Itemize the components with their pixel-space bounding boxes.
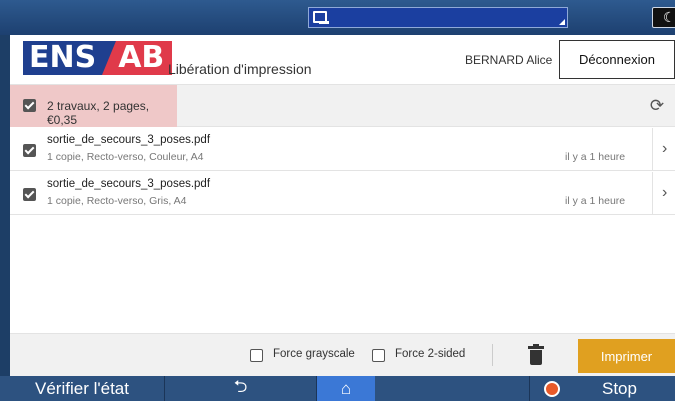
select-all-toggle[interactable]: 2 travaux, 2 pages, €0,35 bbox=[10, 85, 177, 127]
job-time: il y a 1 heure bbox=[565, 151, 626, 163]
force-grayscale-checkbox[interactable] bbox=[250, 349, 263, 362]
bottom-bar-spacer bbox=[375, 376, 530, 401]
logo-text-right: AB bbox=[116, 41, 173, 75]
job-row[interactable]: sortie_de_secours_3_poses.pdf 1 copie, R… bbox=[10, 128, 675, 171]
computer-icon bbox=[313, 11, 329, 24]
job-time: il y a 1 heure bbox=[565, 195, 626, 207]
chevron-right-icon[interactable]: › bbox=[662, 184, 667, 202]
check-status-label: Vérifier l'état bbox=[35, 378, 129, 398]
job-checkbox[interactable] bbox=[23, 188, 36, 201]
force-2sided-checkbox[interactable] bbox=[372, 349, 385, 362]
device-bottom-bar: Vérifier l'état ⮌ ⌂ Stop bbox=[0, 376, 675, 401]
print-button[interactable]: Imprimer bbox=[578, 339, 675, 373]
user-name: BERNARD Alice bbox=[465, 53, 553, 67]
moon-icon: ☾ bbox=[663, 9, 675, 25]
selection-summary-text: 2 travaux, 2 pages, €0,35 bbox=[47, 99, 150, 127]
job-name: sortie_de_secours_3_poses.pdf bbox=[47, 178, 211, 190]
logout-button[interactable]: Déconnexion bbox=[559, 40, 675, 79]
system-top-bar: ☾ bbox=[0, 0, 675, 35]
app-header: ENS AB Libération d'impression BERNARD A… bbox=[10, 35, 675, 85]
job-name: sortie_de_secours_3_poses.pdf bbox=[47, 134, 211, 146]
trash-icon[interactable] bbox=[528, 344, 544, 366]
page-title: Libération d'impression bbox=[168, 61, 312, 77]
job-checkbox[interactable] bbox=[23, 144, 36, 157]
force-2sided-label[interactable]: Force 2-sided bbox=[395, 348, 465, 360]
back-arrow-icon: ⮌ bbox=[233, 377, 248, 396]
select-all-checkbox[interactable] bbox=[23, 99, 36, 112]
selection-summary-row: 2 travaux, 2 pages, €0,35 ⟳ bbox=[10, 85, 675, 127]
chevron-right-icon[interactable]: › bbox=[662, 140, 667, 158]
stop-icon bbox=[544, 380, 560, 397]
footer-divider bbox=[492, 344, 493, 366]
stop-button[interactable]: Stop bbox=[530, 376, 675, 401]
back-button[interactable]: ⮌ bbox=[165, 376, 317, 401]
home-icon: ⌂ bbox=[340, 378, 352, 398]
expand-corner-icon bbox=[559, 19, 565, 25]
stop-label: Stop bbox=[602, 378, 637, 398]
check-status-button[interactable]: Vérifier l'état bbox=[0, 376, 165, 401]
row-divider bbox=[652, 128, 653, 171]
print-release-app: ENS AB Libération d'impression BERNARD A… bbox=[10, 35, 675, 376]
logo-slash bbox=[102, 41, 117, 75]
action-footer: Force grayscale Force 2-sided Imprimer bbox=[10, 333, 675, 376]
row-divider bbox=[652, 172, 653, 215]
force-grayscale-label[interactable]: Force grayscale bbox=[273, 348, 355, 360]
job-row[interactable]: sortie_de_secours_3_poses.pdf 1 copie, R… bbox=[10, 172, 675, 215]
home-button[interactable]: ⌂ bbox=[317, 376, 375, 401]
energy-saver-button[interactable]: ☾ bbox=[652, 7, 675, 28]
refresh-icon[interactable]: ⟳ bbox=[648, 97, 666, 115]
job-description: 1 copie, Recto-verso, Couleur, A4 bbox=[47, 151, 204, 163]
job-description: 1 copie, Recto-verso, Gris, A4 bbox=[47, 195, 187, 207]
logo: ENS AB bbox=[23, 41, 173, 75]
logo-text-left: ENS bbox=[23, 41, 103, 75]
system-status-panel[interactable] bbox=[308, 7, 568, 28]
